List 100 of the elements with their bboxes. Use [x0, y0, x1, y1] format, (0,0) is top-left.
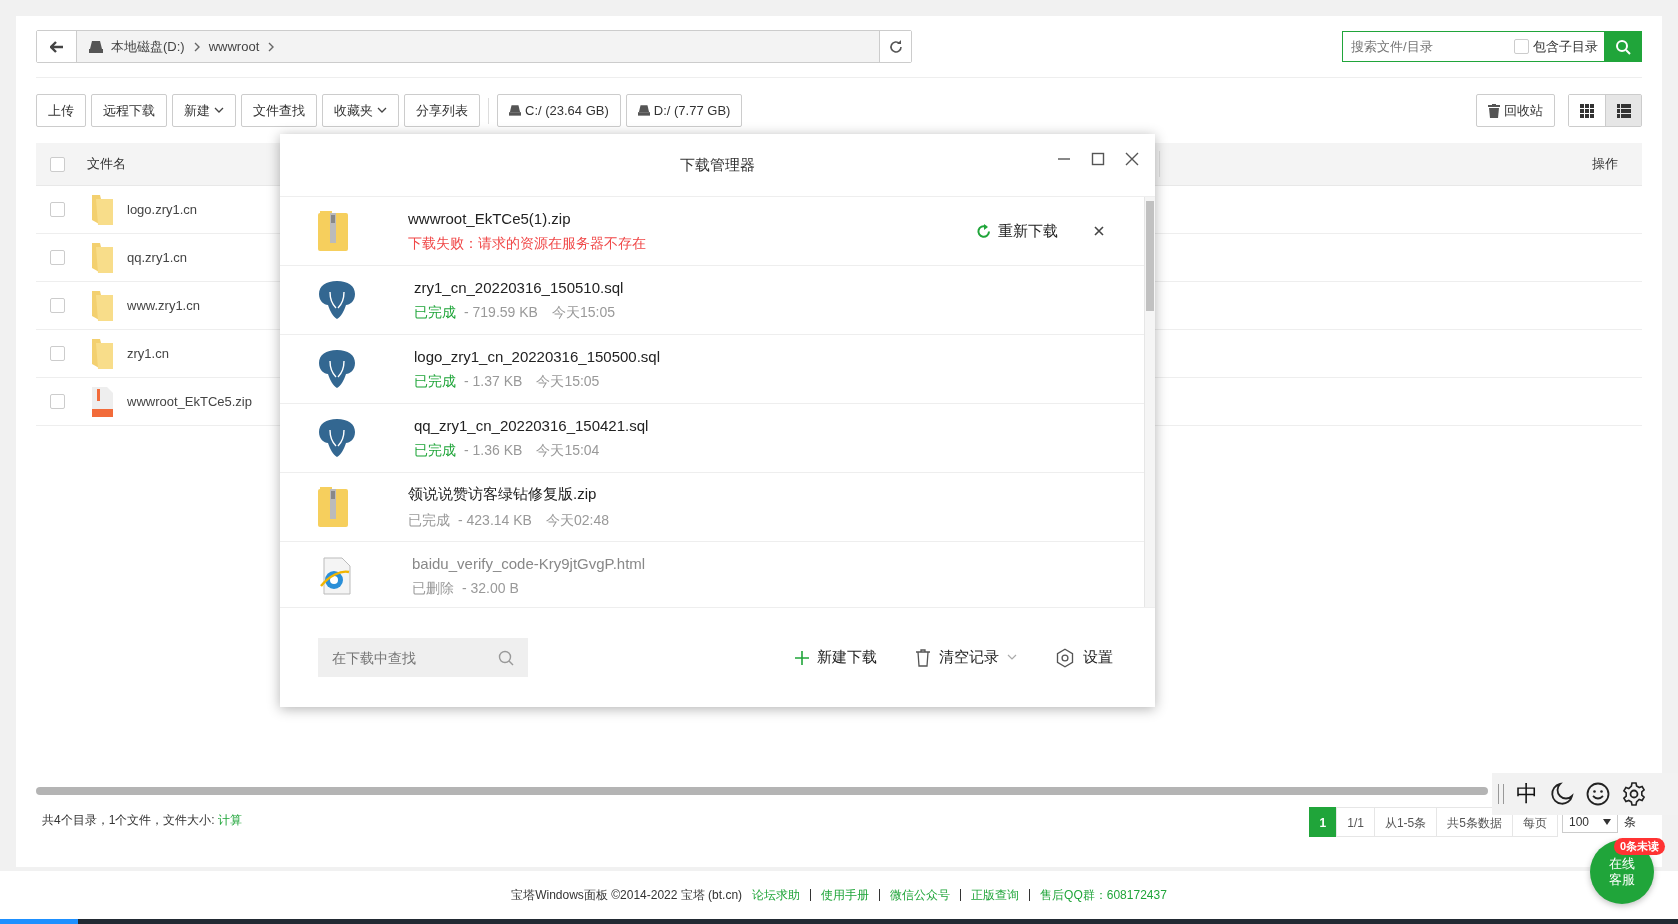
- toolbar-button[interactable]: 远程下载: [91, 94, 167, 127]
- refresh-icon: [887, 38, 904, 55]
- close-icon[interactable]: [1125, 152, 1139, 166]
- caret-icon: [377, 107, 387, 114]
- search-icon: [1615, 38, 1631, 55]
- status-label: 已完成: [414, 441, 456, 460]
- horizontal-scrollbar[interactable]: [36, 787, 1488, 795]
- download-file-name: logo_zry1_cn_20220316_150500.sql: [414, 347, 662, 365]
- file-name[interactable]: logo.zry1.cn: [127, 202, 198, 217]
- retry-button[interactable]: 重新下载: [970, 220, 1064, 242]
- summary-text: 共4个目录，1个文件，文件大小: 计算: [42, 811, 242, 829]
- caret-icon: [1603, 819, 1611, 825]
- search-button[interactable]: [1604, 31, 1642, 62]
- unread-badge: 0条未读: [1614, 838, 1666, 855]
- chevron-right-icon: [267, 41, 276, 52]
- elephant-icon: [318, 280, 356, 320]
- toolbar-button[interactable]: C:/ (23.64 GB): [497, 94, 621, 127]
- scrollbar-thumb[interactable]: [1146, 201, 1154, 311]
- status-label: 已完成: [408, 511, 450, 530]
- per-page-unit: 条: [1623, 813, 1637, 831]
- settings-button[interactable]: 设置: [1049, 646, 1119, 669]
- file-size: - 1.36 KB: [464, 441, 523, 460]
- file-size: - 32.00 B: [462, 579, 519, 598]
- page-info: 共5条数据: [1436, 807, 1513, 837]
- file-name[interactable]: qq.zry1.cn: [127, 250, 187, 265]
- back-arrow-icon: [49, 40, 64, 53]
- elephant-icon: [318, 349, 356, 389]
- list-view-button[interactable]: [1605, 95, 1641, 126]
- row-checkbox[interactable]: [50, 250, 65, 265]
- file-size: - 423.14 KB: [458, 511, 532, 530]
- toolbar-button[interactable]: 文件查找: [241, 94, 317, 127]
- settings-icon: [1055, 647, 1075, 668]
- language-toggle[interactable]: 中: [1516, 779, 1538, 809]
- settings-icon[interactable]: [1622, 782, 1646, 806]
- back-button[interactable]: [37, 31, 77, 62]
- toolbar-button[interactable]: 新建: [172, 94, 236, 127]
- download-file-name: qq_zry1_cn_20220316_150421.sql: [414, 416, 650, 434]
- trash-icon: [1488, 103, 1500, 118]
- download-time: 今天15:05: [536, 372, 600, 391]
- smiley-icon[interactable]: [1586, 782, 1610, 806]
- file-size: - 1.37 KB: [464, 372, 523, 391]
- remove-icon[interactable]: [1094, 226, 1104, 236]
- status-label: 已删除: [412, 579, 454, 598]
- caret-icon: [1007, 654, 1017, 661]
- status-label: 已完成: [414, 303, 456, 322]
- toolbar-button[interactable]: 收藏夹: [322, 94, 399, 127]
- disk-icon: [89, 40, 103, 53]
- breadcrumb-item[interactable]: 本地磁盘(D:): [111, 37, 185, 56]
- search-icon: [498, 650, 514, 666]
- toolbar-button[interactable]: 上传: [36, 94, 86, 127]
- breadcrumb-item[interactable]: wwwroot: [208, 39, 260, 54]
- toolbar-button[interactable]: 分享列表: [404, 94, 480, 127]
- row-checkbox[interactable]: [50, 202, 65, 217]
- download-file-name: zry1_cn_20220316_150510.sql: [414, 278, 625, 296]
- status-label: 已完成: [414, 372, 456, 391]
- error-message: 下载失败：请求的资源在服务器不存在: [408, 234, 646, 253]
- new-download-button[interactable]: 新建下载: [789, 647, 883, 668]
- folder-icon: [92, 194, 113, 225]
- toolbar-button[interactable]: D:/ (7.77 GB): [625, 94, 743, 127]
- web-page-icon: [318, 556, 354, 596]
- column-header[interactable]: 文件名: [87, 155, 126, 173]
- search-field[interactable]: 搜索文件/目录: [1342, 31, 1514, 62]
- folder-icon: [92, 290, 113, 321]
- download-file-name: baidu_verify_code-Kry9jtGvgP.html: [412, 554, 647, 572]
- caret-icon: [214, 107, 224, 114]
- folder-icon: [92, 242, 113, 273]
- recycle-bin-button[interactable]: 回收站: [1476, 94, 1555, 127]
- download-time: 今天15:04: [536, 441, 600, 460]
- copyright-text: 宝塔Windows面板 ©2014-2022 宝塔 (bt.cn): [511, 886, 743, 904]
- page-info: 1/1: [1336, 807, 1375, 837]
- elephant-icon: [318, 418, 356, 458]
- page-info: 从1-5条: [1373, 807, 1438, 837]
- file-size: - 719.59 KB: [464, 303, 538, 322]
- refresh-button[interactable]: [879, 31, 911, 62]
- file-name[interactable]: wwwroot_EkTCe5.zip: [127, 394, 252, 409]
- row-checkbox[interactable]: [50, 346, 65, 361]
- row-checkbox[interactable]: [50, 298, 65, 313]
- download-time: 今天02:48: [545, 511, 609, 530]
- maximize-icon[interactable]: [1091, 152, 1105, 166]
- download-search-field[interactable]: 在下载中查找: [318, 638, 528, 677]
- refresh-icon: [976, 223, 992, 239]
- file-name[interactable]: zry1.cn: [127, 346, 169, 361]
- folder-icon: [92, 338, 113, 369]
- column-header: 操作: [1592, 155, 1618, 173]
- download-time: 今天15:05: [551, 303, 615, 322]
- download-file-name: 领说说赞访客绿钻修复版.zip: [408, 484, 598, 504]
- file-name[interactable]: www.zry1.cn: [127, 298, 200, 313]
- subdir-checkbox[interactable]: 包含子目录: [1514, 31, 1604, 62]
- grid-icon: [1580, 103, 1594, 118]
- zip-folder-icon: [318, 211, 348, 251]
- list-icon: [1616, 103, 1631, 118]
- download-file-name: wwwroot_EkTCe5(1).zip: [408, 209, 572, 227]
- clear-records-button[interactable]: 清空记录: [909, 647, 1023, 668]
- chevron-right-icon: [192, 41, 201, 52]
- dialog-title: 下载管理器: [680, 155, 755, 175]
- moon-icon[interactable]: [1550, 782, 1574, 806]
- row-checkbox[interactable]: [50, 394, 65, 409]
- select-all-checkbox[interactable]: [50, 156, 65, 172]
- plus-icon: [795, 650, 809, 665]
- zip-file-icon: [92, 386, 113, 417]
